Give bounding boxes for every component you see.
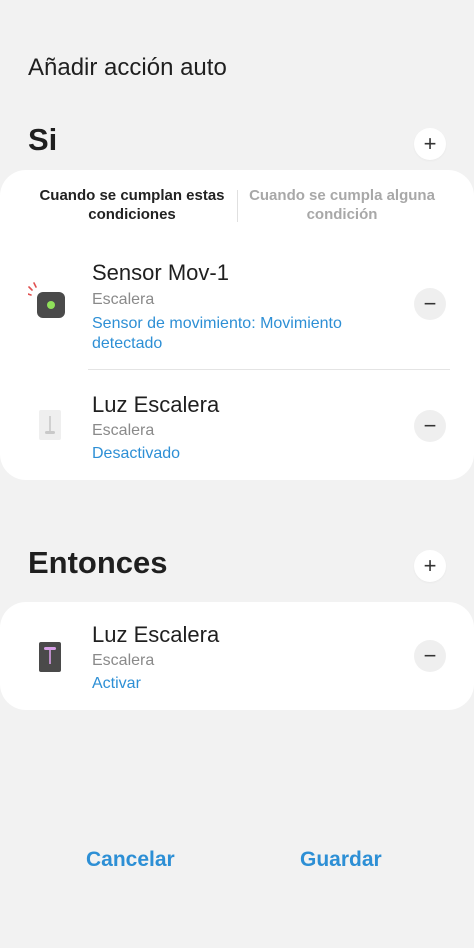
light-switch-on-icon <box>28 636 72 680</box>
entonces-section-title: Entonces <box>28 545 168 580</box>
add-condition-button[interactable]: + <box>414 128 446 160</box>
device-status[interactable]: Desactivado <box>92 444 392 464</box>
page-title: Añadir acción auto <box>28 54 227 81</box>
condition-mode-tabs: Cuando se cumplan estas condiciones Cuan… <box>0 186 474 246</box>
actions-card: Luz Escalera Escalera Activar − <box>0 602 474 710</box>
plus-icon: + <box>423 553 437 578</box>
device-room: Escalera <box>92 652 155 669</box>
condition-device-row[interactable]: Luz Escalera Escalera Desactivado − <box>0 384 474 468</box>
light-switch-off-icon <box>28 404 72 448</box>
row-divider <box>88 369 450 370</box>
condition-device-row[interactable]: Sensor Mov-1 Escalera Sensor de movimien… <box>0 254 474 364</box>
add-action-button[interactable]: + <box>414 550 446 582</box>
save-button[interactable]: Guardar <box>300 848 382 872</box>
action-device-row[interactable]: Luz Escalera Escalera Activar − <box>0 620 474 700</box>
minus-icon: − <box>423 643 437 668</box>
plus-icon: + <box>423 131 437 156</box>
device-room: Escalera <box>92 422 155 439</box>
remove-condition-button[interactable]: − <box>414 410 446 442</box>
tab-any-condition[interactable]: Cuando se cumpla alguna condición <box>242 186 442 224</box>
device-room: Escalera <box>92 291 155 308</box>
device-status[interactable]: Sensor de movimiento: Movimiento detecta… <box>92 314 392 354</box>
minus-icon: − <box>423 291 437 316</box>
remove-condition-button[interactable]: − <box>414 288 446 320</box>
device-status[interactable]: Activar <box>92 674 392 694</box>
remove-action-button[interactable]: − <box>414 640 446 672</box>
tab-divider <box>237 190 238 222</box>
conditions-card: Cuando se cumplan estas condiciones Cuan… <box>0 170 474 480</box>
si-section-title: Si <box>28 122 58 157</box>
cancel-button[interactable]: Cancelar <box>86 848 175 872</box>
device-name: Sensor Mov-1 <box>92 260 229 285</box>
minus-icon: − <box>423 413 437 438</box>
motion-sensor-icon <box>27 280 72 324</box>
tab-all-conditions[interactable]: Cuando se cumplan estas condiciones <box>32 186 232 224</box>
device-name: Luz Escalera <box>92 392 220 417</box>
device-name: Luz Escalera <box>92 622 220 647</box>
